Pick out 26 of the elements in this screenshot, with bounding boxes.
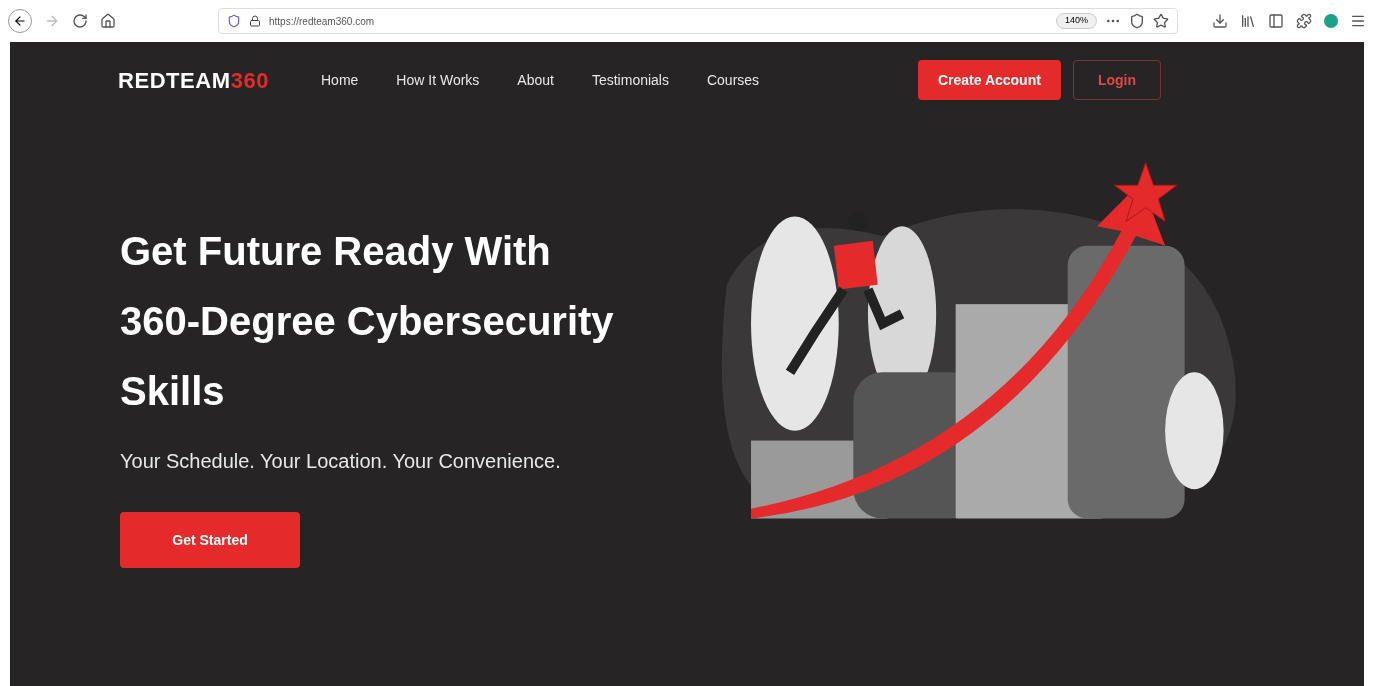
nav-link[interactable]: Courses <box>706 69 760 91</box>
zoom-level[interactable]: 140% <box>1055 13 1097 29</box>
url-text: https://redteam360.com <box>269 14 375 29</box>
reload-icon[interactable] <box>72 13 88 29</box>
home-icon[interactable] <box>100 13 116 29</box>
extension-badge-icon[interactable] <box>1324 14 1338 28</box>
nav-link[interactable]: About <box>517 69 554 91</box>
nav-link[interactable]: Testimonials <box>591 69 669 91</box>
extension-icon[interactable] <box>1296 13 1312 29</box>
create-account-button[interactable]: Create Account <box>917 60 1061 100</box>
shield-icon <box>227 14 241 28</box>
nav-link[interactable]: How It Works <box>396 69 480 91</box>
address-bar[interactable]: https://redteam360.com 140% <box>218 8 1178 34</box>
get-started-button[interactable]: Get Started <box>120 512 300 568</box>
menu-icon[interactable] <box>1350 13 1366 29</box>
logo[interactable]: REDTEAM360 <box>118 63 269 97</box>
hero-subtitle: Your Schedule. Your Location. Your Convenience. <box>120 449 562 474</box>
nav-link[interactable]: Home <box>321 69 359 91</box>
login-button[interactable]: Login <box>1072 60 1161 100</box>
lock-icon <box>249 15 261 27</box>
sidebar-icon[interactable] <box>1268 13 1284 29</box>
back-arrow-icon <box>13 14 27 28</box>
library-icon[interactable] <box>1240 13 1256 29</box>
download-icon[interactable] <box>1212 13 1228 29</box>
hero-heading: Get Future Ready With 360-Degree Cybersecurity Skills <box>120 228 615 415</box>
bookmark-icon[interactable] <box>1153 13 1169 29</box>
